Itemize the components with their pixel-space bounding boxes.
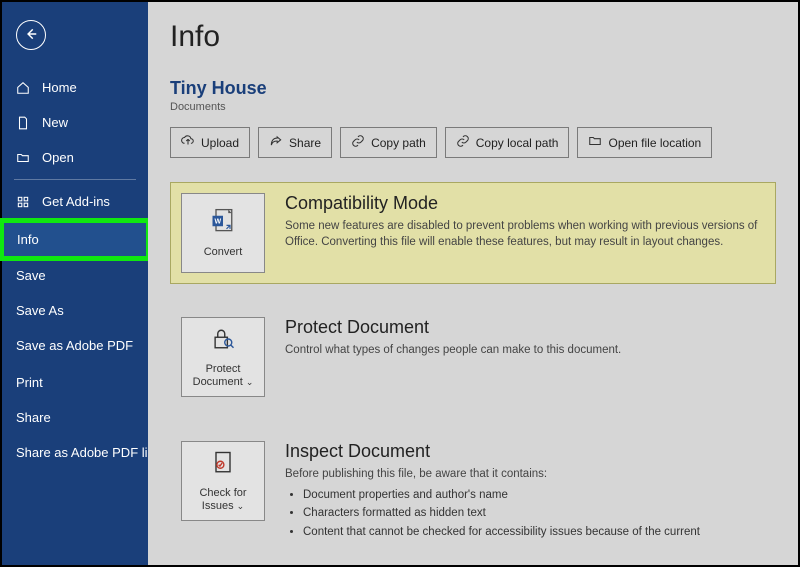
inspect-text: Inspect Document Before publishing this … <box>285 441 700 541</box>
protect-section: Protect Document ⌄ Protect Document Cont… <box>170 306 776 408</box>
sidebar-item-label: Get Add-ins <box>42 194 110 209</box>
button-label: Share <box>289 136 321 150</box>
lock-search-icon <box>209 325 237 357</box>
share-button[interactable]: Share <box>258 127 332 158</box>
check-issues-button[interactable]: Check for Issues ⌄ <box>181 441 265 521</box>
sidebar-item-label: New <box>42 115 68 130</box>
document-title: Tiny House <box>170 78 776 99</box>
sidebar-separator <box>14 179 136 180</box>
section-desc: Some new features are disabled to preven… <box>285 218 765 250</box>
word-doc-icon: W <box>209 207 237 239</box>
sidebar-item-label: Print <box>16 375 43 390</box>
back-button[interactable] <box>16 20 46 50</box>
inspect-list: Document properties and author's name Ch… <box>303 486 700 541</box>
share-icon <box>269 134 283 151</box>
svg-text:W: W <box>214 219 221 226</box>
page-title: Info <box>170 20 776 54</box>
home-icon <box>16 81 32 95</box>
upload-button[interactable]: Upload <box>170 127 250 158</box>
section-title: Inspect Document <box>285 441 700 462</box>
sidebar-item-label: Save As <box>16 303 64 318</box>
section-title: Compatibility Mode <box>285 193 765 214</box>
sidebar-item-addins[interactable]: Get Add-ins <box>2 186 148 217</box>
folder-open-icon <box>16 151 32 165</box>
sidebar-item-share-adobe[interactable]: Share as Adobe PDF link <box>2 437 148 470</box>
sidebar-item-label: Open <box>42 150 74 165</box>
sidebar-item-new[interactable]: New <box>2 107 148 138</box>
sidebar-item-label: Save <box>16 268 46 283</box>
protect-text: Protect Document Control what types of c… <box>285 317 621 397</box>
document-location: Documents <box>170 101 776 113</box>
sidebar-item-home[interactable]: Home <box>2 72 148 103</box>
sidebar-item-share[interactable]: Share <box>2 402 148 433</box>
sidebar-item-label: Home <box>42 80 77 95</box>
convert-button[interactable]: W Convert <box>181 193 265 273</box>
button-label: Copy local path <box>476 136 559 150</box>
section-desc: Before publishing this file, be aware th… <box>285 466 700 482</box>
action-toolbar: Upload Share Copy path Copy local path O… <box>170 127 776 158</box>
list-item: Content that cannot be checked for acces… <box>303 523 700 541</box>
sidebar-item-label: Share as Adobe PDF link <box>16 445 161 462</box>
tile-label: Convert <box>204 246 243 259</box>
sidebar-item-label: Share <box>16 410 51 425</box>
inspect-doc-icon <box>209 449 237 481</box>
addins-icon <box>16 195 32 209</box>
compatibility-text: Compatibility Mode Some new features are… <box>285 193 765 273</box>
list-item: Characters formatted as hidden text <box>303 504 700 522</box>
inspect-section: Check for Issues ⌄ Inspect Document Befo… <box>170 430 776 552</box>
sidebar-item-saveas[interactable]: Save As <box>2 295 148 326</box>
sidebar-item-open[interactable]: Open <box>2 142 148 173</box>
main-panel: Info Tiny House Documents Upload Share C… <box>148 2 798 565</box>
folder-icon <box>588 134 602 151</box>
sidebar-item-save-adobe[interactable]: Save as Adobe PDF <box>2 330 148 363</box>
link-icon <box>351 134 365 151</box>
section-desc: Control what types of changes people can… <box>285 342 621 358</box>
button-label: Open file location <box>608 136 701 150</box>
sidebar-item-label: Info <box>17 232 39 247</box>
protect-document-button[interactable]: Protect Document ⌄ <box>181 317 265 397</box>
copy-path-button[interactable]: Copy path <box>340 127 437 158</box>
tile-label: Protect Document ⌄ <box>184 363 262 389</box>
section-title: Protect Document <box>285 317 621 338</box>
open-file-location-button[interactable]: Open file location <box>577 127 712 158</box>
upload-icon <box>181 134 195 151</box>
list-item: Document properties and author's name <box>303 486 700 504</box>
arrow-left-icon <box>24 27 38 44</box>
sidebar-item-label: Save as Adobe PDF <box>16 338 133 355</box>
button-label: Copy path <box>371 136 426 150</box>
new-doc-icon <box>16 116 32 130</box>
chevron-down-icon: ⌄ <box>237 501 245 511</box>
chevron-down-icon: ⌄ <box>246 377 254 387</box>
link-icon <box>456 134 470 151</box>
sidebar-item-print[interactable]: Print <box>2 367 148 398</box>
backstage-sidebar: Home New Open Get Add-ins Info Save Save… <box>2 2 148 565</box>
copy-local-path-button[interactable]: Copy local path <box>445 127 570 158</box>
tile-label: Check for Issues ⌄ <box>184 487 262 513</box>
sidebar-item-info[interactable]: Info <box>2 221 148 258</box>
button-label: Upload <box>201 136 239 150</box>
compatibility-section: W Convert Compatibility Mode Some new fe… <box>170 182 776 284</box>
sidebar-item-save[interactable]: Save <box>2 260 148 291</box>
